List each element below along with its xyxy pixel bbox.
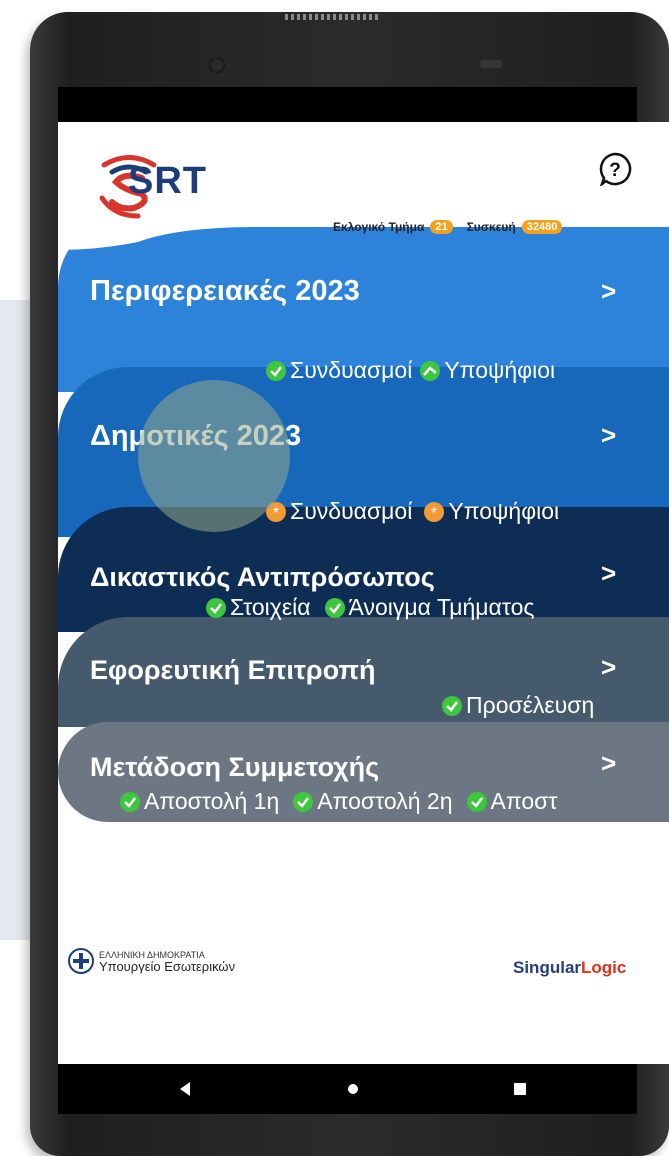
check-icon	[293, 791, 314, 812]
check-icon	[442, 695, 462, 716]
section-title-regional[interactable]: Περιφερειακές 2023	[90, 275, 360, 308]
status-bar	[58, 87, 637, 122]
status-label: Αποστ	[490, 788, 558, 814]
brand-part2: Logic	[581, 958, 627, 977]
svg-text:?: ?	[609, 160, 621, 181]
greek-emblem-icon	[68, 948, 94, 974]
svg-text:*: *	[273, 505, 279, 522]
status-label: Στοιχεία	[230, 594, 311, 620]
ministry-logo: ΕΛΛΗΝΙΚΗ ΔΗΜΟΚΡΑΤΙΑ Υπουργείο Εσωτερικών	[68, 948, 235, 974]
status-label: Υποψήφιοι	[448, 498, 560, 524]
section-title-turnout[interactable]: Μετάδοση Συμμετοχής	[90, 752, 379, 783]
chevron-right-icon[interactable]: >	[601, 420, 616, 451]
check-icon	[420, 360, 441, 381]
home-icon[interactable]	[347, 1083, 359, 1095]
device-label: Συσκευή	[466, 220, 516, 234]
app-logo-text: SRT	[128, 160, 207, 202]
status-label: Συνδυασμοί	[290, 498, 413, 524]
status-label: Αποστολή 1η	[144, 788, 280, 814]
brand-part1: Singular	[513, 958, 582, 977]
check-icon	[266, 360, 286, 381]
status-label: Αποστολή 2η	[317, 788, 453, 814]
svg-text:*: *	[431, 505, 437, 522]
singularlogic-logo: SingularLogic	[513, 958, 626, 978]
section-label: Εκλογικό Τμήμα	[333, 220, 425, 234]
front-camera	[209, 57, 225, 73]
station-info: Εκλογικό Τμήμα 21 Συσκευή 32480	[333, 220, 563, 234]
status-label: Άνοιγμα Τμήματος	[348, 594, 535, 620]
check-icon	[120, 791, 140, 812]
status-label: Προσέλευση	[466, 692, 595, 718]
section-status-committee: Προσέλευση	[442, 692, 594, 719]
recents-icon[interactable]	[513, 1082, 527, 1096]
chevron-right-icon[interactable]: >	[601, 276, 616, 307]
section-status-regional: Συνδυασμοί Υποψήφιοι	[266, 357, 555, 384]
proximity-sensor	[480, 60, 502, 68]
section-status-turnout: Αποστολή 1η Αποστολή 2η Αποστ	[120, 788, 557, 815]
pending-icon: *	[424, 501, 445, 522]
check-icon	[206, 597, 226, 618]
check-icon	[324, 597, 345, 618]
chevron-right-icon[interactable]: >	[601, 652, 616, 683]
section-status-municipal: * Συνδυασμοί * Υποψήφιοι	[266, 498, 559, 525]
device-count-badge: 32480	[521, 220, 563, 234]
section-status-judicial: Στοιχεία Άνοιγμα Τμήματος	[206, 594, 534, 621]
status-label: Υποψήφιοι	[444, 357, 556, 383]
status-label: Συνδυασμοί	[290, 357, 413, 383]
top-grille	[285, 14, 380, 20]
section-title-judicial[interactable]: Δικαστικός Αντιπρόσωπος	[90, 562, 435, 593]
ministry-line2: Υπουργείο Εσωτερικών	[99, 959, 236, 974]
chevron-right-icon[interactable]: >	[601, 558, 616, 589]
check-icon	[466, 791, 487, 812]
back-icon[interactable]	[178, 1081, 192, 1097]
section-count-badge: 21	[430, 220, 453, 234]
section-title-committee[interactable]: Εφορευτική Επιτροπή	[90, 655, 376, 686]
app-screen: SRT ? Εκλογικό Τμήμα 21 Συσκευή 32480 Πε…	[58, 122, 669, 1064]
chevron-right-icon[interactable]: >	[601, 748, 616, 779]
touch-ripple	[138, 380, 290, 532]
help-icon[interactable]: ?	[598, 152, 632, 186]
